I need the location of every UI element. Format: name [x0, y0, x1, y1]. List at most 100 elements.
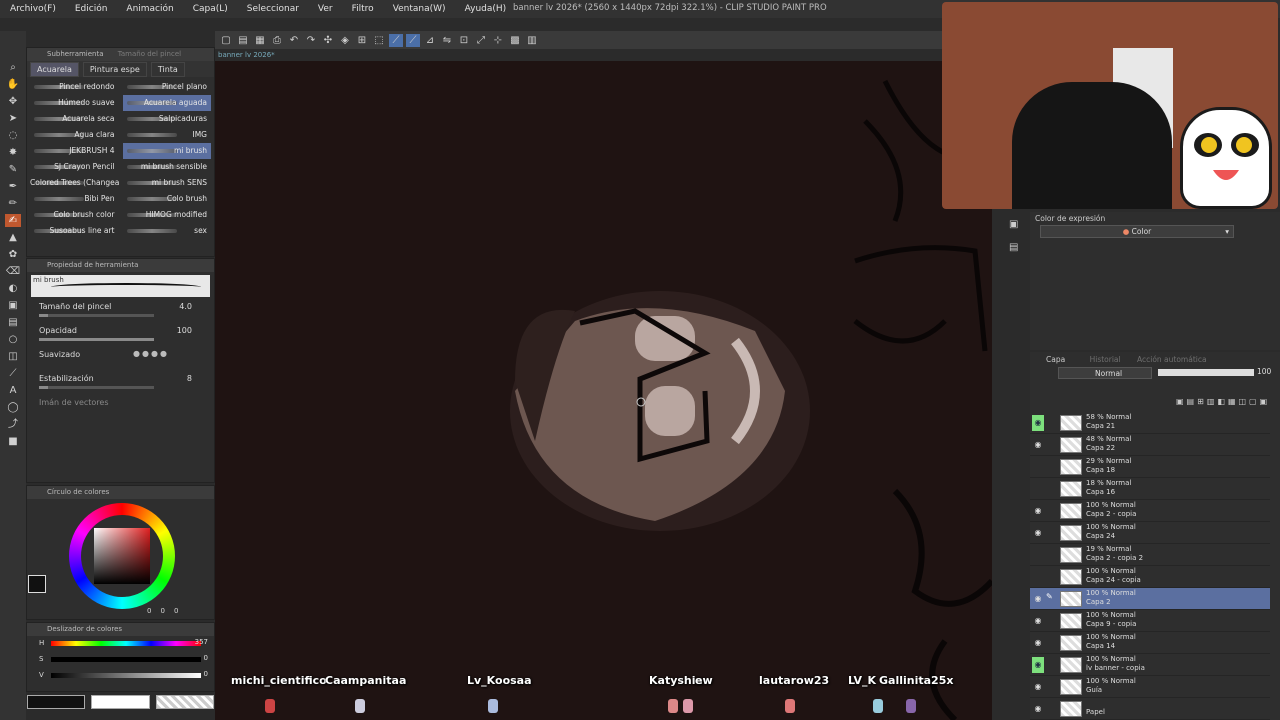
- correct-line-icon[interactable]: ⤴: [5, 418, 21, 431]
- swatch-transparent[interactable]: [155, 695, 214, 709]
- hue-row[interactable]: H 357: [27, 636, 214, 652]
- save-icon[interactable]: ▦: [253, 34, 267, 47]
- color-swatch-icon[interactable]: ■: [5, 435, 21, 448]
- menu-ventana[interactable]: Ventana(W): [383, 4, 455, 14]
- hue-value[interactable]: 357: [195, 638, 208, 646]
- stabilization-value[interactable]: 8: [187, 374, 192, 383]
- eye-icon[interactable]: [1032, 481, 1044, 497]
- eye-icon[interactable]: ◉: [1032, 635, 1044, 651]
- brush-item[interactable]: IMG: [123, 127, 212, 143]
- eye-icon[interactable]: ◉: [1032, 591, 1044, 607]
- pencil-icon[interactable]: ✏: [5, 197, 21, 210]
- blend-mode-select[interactable]: Normal: [1058, 367, 1152, 379]
- snap-guide-icon[interactable]: ⟋: [406, 33, 420, 47]
- brush-item[interactable]: Agua clara: [30, 127, 119, 143]
- brush-item[interactable]: mi brush: [122, 143, 211, 159]
- layer-icon[interactable]: ▥: [525, 34, 539, 47]
- layer-row[interactable]: ◉ Papel: [1030, 698, 1270, 720]
- eyedropper-icon[interactable]: ✎: [5, 163, 21, 176]
- frame-icon[interactable]: ◫: [5, 350, 21, 363]
- eye-icon[interactable]: ◉: [1032, 437, 1044, 453]
- zoom-icon[interactable]: ⌕: [5, 61, 21, 74]
- eye-icon[interactable]: [1032, 569, 1044, 585]
- print-icon[interactable]: ⎙: [270, 34, 284, 47]
- brush-item[interactable]: Húmedo suave: [30, 95, 119, 111]
- brush-item[interactable]: mi brush sensible: [123, 159, 212, 175]
- layer-row[interactable]: ◉ 100 % Normal Capa 14: [1030, 632, 1270, 654]
- selection-tool-icon[interactable]: ⊹: [491, 34, 505, 47]
- flip-icon[interactable]: ⇋: [440, 34, 454, 47]
- deselect-icon[interactable]: ⬚: [372, 34, 386, 47]
- main-color-swatch[interactable]: [28, 575, 46, 593]
- pen-icon[interactable]: ✒: [5, 180, 21, 193]
- layer-opacity-value[interactable]: 100: [1257, 367, 1271, 376]
- layer-row[interactable]: 29 % Normal Capa 18: [1030, 456, 1270, 478]
- figure-icon[interactable]: ○: [5, 333, 21, 346]
- brush-size-slider[interactable]: [39, 314, 154, 317]
- operation-icon[interactable]: ➤: [5, 112, 21, 125]
- move-icon[interactable]: ✥: [5, 95, 21, 108]
- opacity-row[interactable]: Opacidad 100: [27, 324, 214, 348]
- brush-size-row[interactable]: Tamaño del pincel 4.0: [27, 300, 214, 324]
- vector-magnet-row[interactable]: Imán de vectores: [27, 396, 214, 420]
- hand-icon[interactable]: ✋: [5, 78, 21, 91]
- decoration-icon[interactable]: ✿: [5, 248, 21, 261]
- value-row[interactable]: V 0: [27, 668, 214, 684]
- magic-wand-icon[interactable]: ✸: [5, 146, 21, 159]
- menu-ver[interactable]: Ver: [308, 4, 342, 14]
- layer-row[interactable]: ◉ 100 % Normal Capa 9 - copia: [1030, 610, 1270, 632]
- opacity-slider[interactable]: [39, 338, 154, 341]
- brush-item[interactable]: HIMOG modified: [123, 207, 212, 223]
- canvas-tab[interactable]: banner lv 2026*: [218, 51, 275, 59]
- layer-row[interactable]: ◉ 58 % Normal Capa 21: [1030, 412, 1270, 434]
- snap-ruler-icon[interactable]: ⟋: [389, 33, 403, 47]
- transform-icon[interactable]: ⊞: [355, 34, 369, 47]
- opacity-value[interactable]: 100: [177, 326, 192, 335]
- tab-pintura-especial[interactable]: Pintura espe: [82, 61, 147, 77]
- gradient-icon[interactable]: ▤: [5, 316, 21, 329]
- saturation-value[interactable]: 0: [204, 654, 208, 662]
- menu-seleccionar[interactable]: Seleccionar: [237, 4, 308, 14]
- eye-icon[interactable]: ◉: [1032, 613, 1044, 629]
- menu-animacion[interactable]: Animación: [116, 4, 182, 14]
- stabilization-slider[interactable]: [39, 386, 154, 389]
- menu-archivo[interactable]: Archivo(F): [0, 4, 65, 14]
- undo-icon[interactable]: ↶: [287, 34, 301, 47]
- brush-item[interactable]: Acuarela seca: [30, 111, 119, 127]
- tab-capa[interactable]: Capa: [1046, 355, 1065, 364]
- tab-accion-automatica[interactable]: Acción automática: [1137, 355, 1207, 364]
- clear-icon[interactable]: ✣: [321, 34, 335, 47]
- balloon-icon[interactable]: ◯: [5, 401, 21, 414]
- layer-row[interactable]: 19 % Normal Capa 2 - copia 2: [1030, 544, 1270, 566]
- brush-item[interactable]: Acuarela aguada: [122, 95, 211, 111]
- saturation-value-square[interactable]: [94, 528, 150, 584]
- brush-item[interactable]: Salpicaduras: [123, 111, 212, 127]
- layer-row[interactable]: ◉ 100 % Normal lv banner - copia: [1030, 654, 1270, 676]
- panel-icon-1[interactable]: ▣: [1009, 219, 1018, 230]
- eye-icon[interactable]: [1032, 547, 1044, 563]
- stabilization-row[interactable]: Estabilización 8: [27, 372, 214, 396]
- eye-icon[interactable]: ◉: [1032, 415, 1044, 431]
- eye-icon[interactable]: [1032, 459, 1044, 475]
- layer-row[interactable]: ◉ 48 % Normal Capa 22: [1030, 434, 1270, 456]
- expand-icon[interactable]: ⤢: [474, 34, 488, 47]
- fill-bucket-icon[interactable]: ▣: [5, 299, 21, 312]
- brush-item[interactable]: Colored Trees (Changeable): [30, 175, 119, 191]
- menu-filtro[interactable]: Filtro: [342, 4, 383, 14]
- tab-acuarela[interactable]: Acuarela: [30, 61, 79, 77]
- snap-grid-icon[interactable]: ⊿: [423, 34, 437, 47]
- brush-item[interactable]: Susoabus line art: [30, 223, 119, 239]
- brush-item[interactable]: Colo brush color: [30, 207, 119, 223]
- layer-row[interactable]: 18 % Normal Capa 16: [1030, 478, 1270, 500]
- brush-item[interactable]: JEKBRUSH 4: [30, 143, 119, 159]
- smoothing-row[interactable]: Suavizado ●●●●: [27, 348, 214, 372]
- eraser-icon[interactable]: ⌫: [5, 265, 21, 278]
- layer-tool-icons[interactable]: ▣▤⊞▥◧▦◫▢▣: [1176, 397, 1270, 406]
- panel-icon-2[interactable]: ▤: [1009, 242, 1018, 253]
- airbrush-icon[interactable]: ▲: [5, 231, 21, 244]
- blend-icon[interactable]: ◐: [5, 282, 21, 295]
- layer-opacity-slider[interactable]: [1158, 369, 1254, 376]
- hue-slider[interactable]: [51, 641, 201, 646]
- fill-icon[interactable]: ◈: [338, 34, 352, 47]
- layer-row[interactable]: ◉ 100 % Normal Guía: [1030, 676, 1270, 698]
